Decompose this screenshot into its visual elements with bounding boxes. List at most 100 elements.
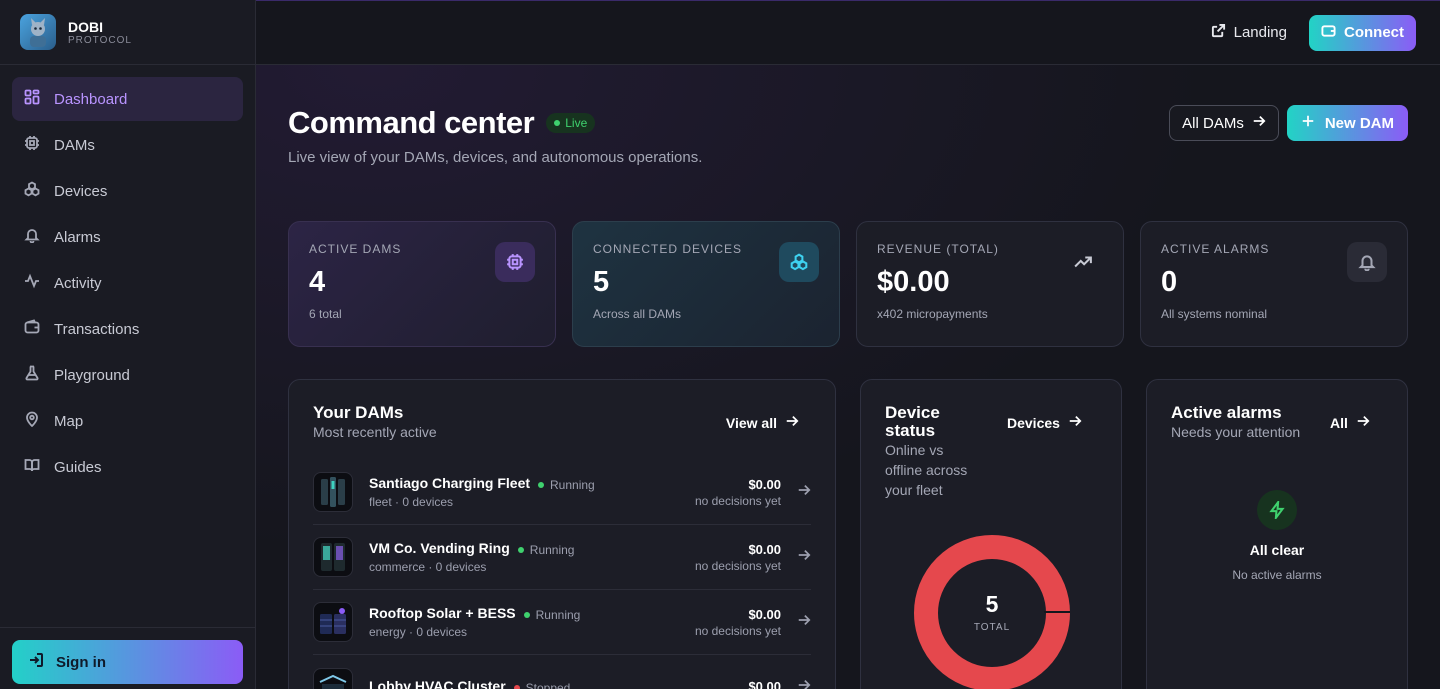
arrow-right-icon[interactable]	[797, 483, 811, 502]
stat-card-active-dams[interactable]: ACTIVE DAMS 4 6 total	[288, 221, 556, 347]
dam-row[interactable]: Santiago Charging Fleet Running fleet · 0…	[313, 460, 811, 525]
sidebar-item-transactions[interactable]: Transactions	[12, 307, 243, 351]
dam-row[interactable]: Lobby HVAC Cluster Stopped $0.00	[313, 655, 811, 689]
cubes-icon	[24, 181, 40, 201]
login-icon	[28, 652, 44, 672]
cubes-icon	[779, 242, 819, 282]
bell-icon	[24, 227, 40, 247]
sidebar-item-dashboard[interactable]: Dashboard	[12, 77, 243, 121]
status-badge: Running	[517, 543, 575, 557]
sidebar-item-label: Alarms	[54, 228, 101, 246]
connect-button[interactable]: Connect	[1309, 14, 1416, 51]
sidebar-item-playground[interactable]: Playground	[12, 353, 243, 397]
page-header: Command center Live Live view of your DA…	[288, 105, 702, 166]
device-donut-chart: 5 TOTAL	[914, 535, 1070, 689]
status-badge: Stopped	[513, 681, 570, 689]
arrow-right-icon[interactable]	[797, 678, 811, 689]
stat-card-active-alarms[interactable]: ACTIVE ALARMS 0 All systems nominal	[1140, 221, 1408, 347]
dam-row[interactable]: Rooftop Solar + BESS Running energy · 0 d…	[313, 590, 811, 655]
alarms-panel: Active alarms Needs your attention All A…	[1146, 379, 1408, 689]
stat-subtext: Across all DAMs	[593, 307, 682, 321]
stat-card-connected-devices[interactable]: CONNECTED DEVICES 5 Across all DAMs	[572, 221, 840, 347]
page-title: Command center	[288, 105, 535, 140]
solar-thumb	[313, 602, 353, 642]
sidebar-item-label: Guides	[54, 458, 102, 476]
new-dam-button[interactable]: New DAM	[1286, 105, 1408, 141]
vending-thumb	[313, 537, 353, 577]
sidebar-item-dams[interactable]: DAMs	[12, 123, 243, 167]
sidebar-item-devices[interactable]: Devices	[12, 169, 243, 213]
live-badge-label: Live	[565, 116, 588, 130]
dam-amount: $0.00	[748, 606, 781, 622]
dam-note: no decisions yet	[694, 558, 781, 573]
status-label: Running	[535, 608, 581, 622]
stat-subtext: All systems nominal	[1161, 307, 1268, 321]
status-label: Running	[529, 543, 575, 557]
devices-link[interactable]: Devices	[1007, 414, 1082, 431]
dam-note: no decisions yet	[694, 493, 781, 508]
panel-subtitle: Most recently active	[313, 424, 437, 440]
empty-title: All clear	[1249, 542, 1305, 558]
wallet-icon	[1321, 23, 1336, 42]
arrow-right-icon	[785, 414, 799, 431]
dam-list: Santiago Charging Fleet Running fleet · 0…	[289, 442, 835, 689]
sign-in-label: Sign in	[56, 653, 106, 671]
dam-note: no decisions yet	[694, 623, 781, 638]
arrow-right-icon	[1252, 114, 1266, 132]
stat-card-revenue[interactable]: REVENUE (TOTAL) $0.00 x402 micropayments	[856, 221, 1124, 347]
sidebar-item-map[interactable]: Map	[12, 399, 243, 443]
landing-link[interactable]: Landing	[1211, 23, 1287, 42]
dam-amount: $0.00	[748, 541, 781, 557]
all-dams-button[interactable]: All DAMs	[1169, 105, 1279, 141]
hvac-thumb	[313, 667, 353, 689]
landing-label: Landing	[1233, 24, 1287, 41]
sidebar-item-guides[interactable]: Guides	[12, 445, 243, 489]
status-badge: Running	[538, 478, 595, 492]
dam-meta: fleet · 0 devices	[369, 495, 454, 509]
sidebar-item-label: Dashboard	[54, 90, 128, 108]
brand-name: DOBI	[68, 18, 103, 35]
sidebar-item-label: DAMs	[54, 136, 95, 154]
pin-icon	[24, 411, 40, 431]
panel-title: Your DAMs	[313, 403, 404, 422]
dam-name: VM Co. Vending Ring	[369, 540, 510, 556]
view-all-label: View all	[725, 414, 777, 431]
lightning-icon	[1257, 490, 1297, 530]
dam-row[interactable]: VM Co. Vending Ring Running commerce · 0 …	[313, 525, 811, 590]
brand[interactable]: DOBI PROTOCOL	[0, 0, 255, 65]
dam-name: Lobby HVAC Cluster	[369, 677, 506, 689]
pulse-icon	[24, 273, 40, 293]
status-label: Running	[550, 478, 595, 492]
all-alarms-link[interactable]: All	[1330, 414, 1370, 431]
sign-in-button[interactable]: Sign in	[12, 640, 243, 684]
arrow-right-icon[interactable]	[797, 613, 811, 632]
panel-title-line: status	[885, 421, 936, 440]
sidebar-item-label: Transactions	[54, 320, 140, 338]
page-subtitle: Live view of your DAMs, devices, and aut…	[288, 149, 703, 166]
status-dot-icon	[523, 612, 530, 618]
panel-subtitle-line: Online vs	[885, 442, 944, 458]
sidebar-item-label: Devices	[54, 182, 108, 200]
logo	[20, 14, 56, 50]
arrow-right-icon	[1068, 414, 1082, 431]
arrow-right-icon[interactable]	[797, 548, 811, 567]
grid-icon	[24, 89, 40, 109]
dams-panel: Your DAMs Most recently active View all …	[288, 379, 836, 689]
main-content: Command center Live Live view of your DA…	[256, 65, 1440, 689]
book-icon	[24, 457, 40, 477]
sidebar-item-alarms[interactable]: Alarms	[12, 215, 243, 259]
arrow-right-icon	[1356, 414, 1370, 431]
stat-subtext: x402 micropayments	[877, 307, 988, 321]
panel-subtitle: Needs your attention	[1171, 424, 1301, 440]
view-all-link[interactable]: View all	[726, 414, 799, 431]
panel-subtitle-line: offline across	[885, 462, 968, 478]
new-dam-label: New DAM	[1324, 114, 1394, 132]
sidebar-item-label: Activity	[54, 274, 102, 292]
trend-icon	[1063, 242, 1103, 282]
sidebar-item-activity[interactable]: Activity	[12, 261, 243, 305]
connect-label: Connect	[1344, 24, 1404, 41]
donut-total-label: TOTAL	[973, 622, 1011, 633]
donut-total-value: 5	[985, 591, 999, 617]
stat-cards: ACTIVE DAMS 4 6 total CONNECTED DEVICES …	[288, 221, 1408, 347]
chip-icon	[495, 242, 535, 282]
